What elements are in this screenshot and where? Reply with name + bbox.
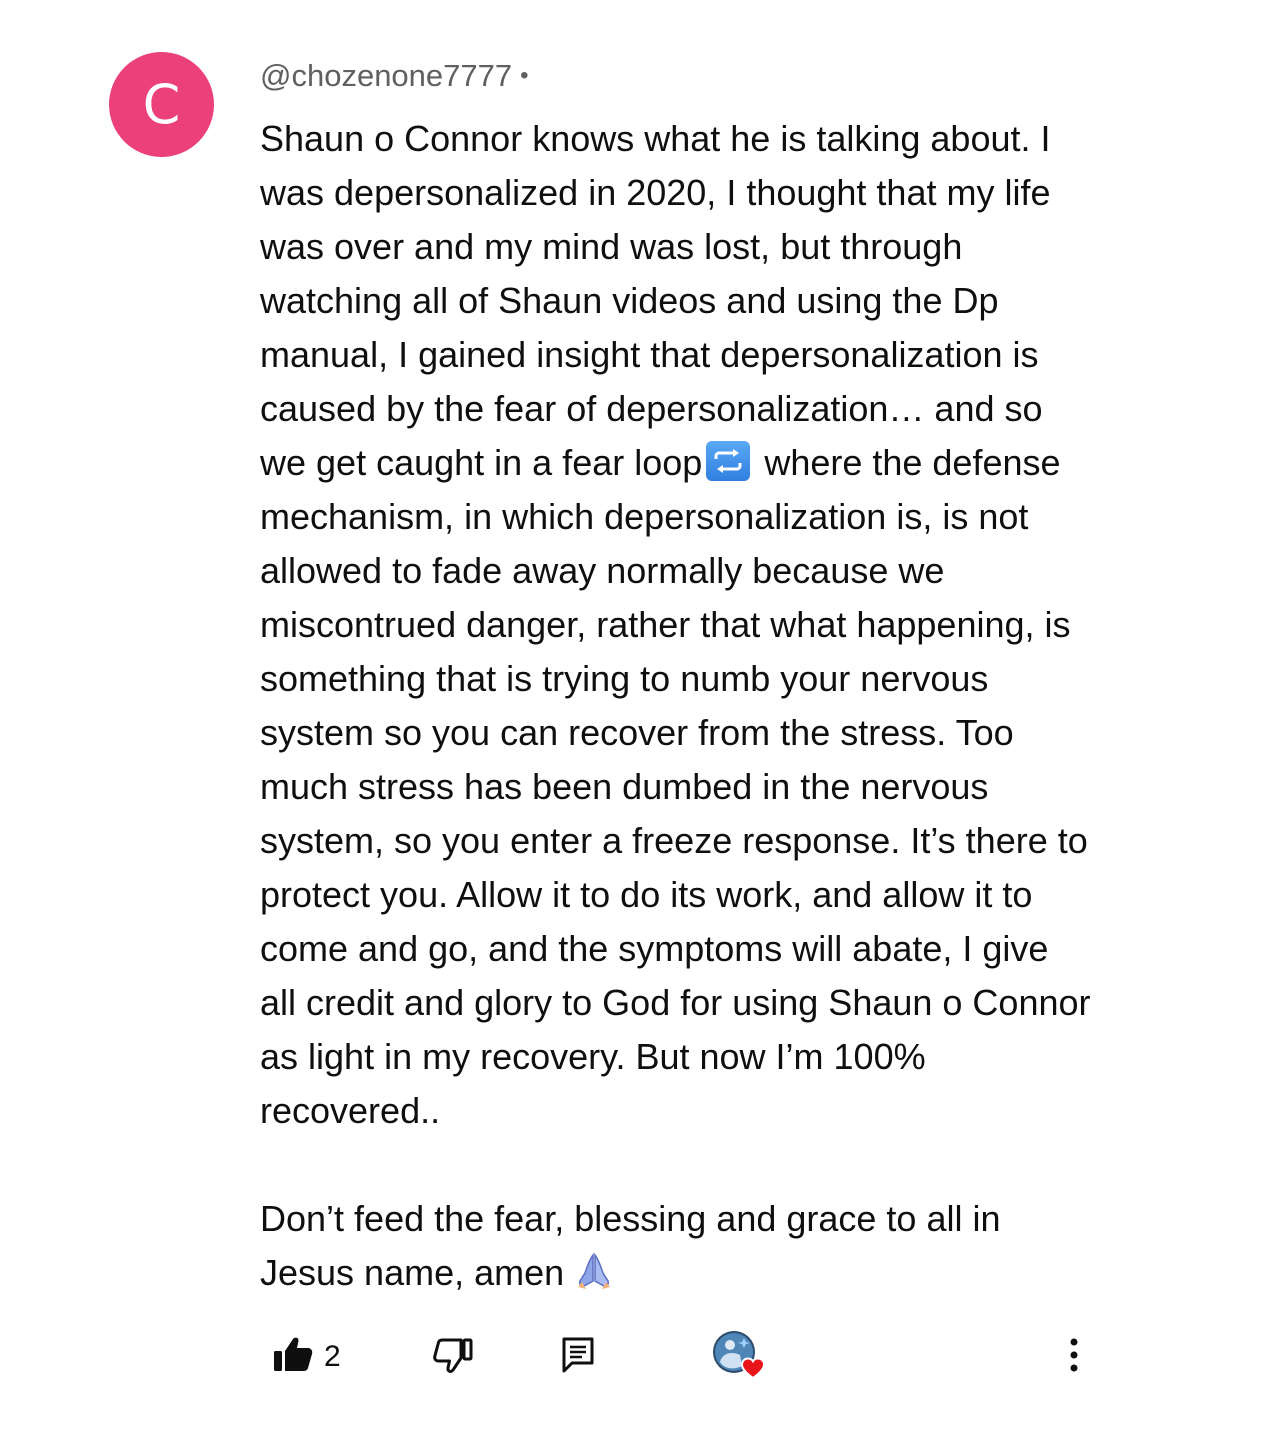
creator-heart xyxy=(710,1322,770,1392)
comment-paragraph-1: Shaun o Connor knows what he is talking … xyxy=(260,112,1120,1138)
creator-heart-avatar-icon xyxy=(710,1328,770,1387)
comment-text-part3: Don’t feed the fear, blessing and grace … xyxy=(260,1198,1001,1293)
avatar-letter: C xyxy=(142,73,181,136)
author-handle[interactable]: @chozenone7777 xyxy=(260,58,512,94)
author-avatar[interactable]: C xyxy=(109,52,214,157)
comment-body: Shaun o Connor knows what he is talking … xyxy=(260,112,1120,1306)
comment-text-part2: where the defense mechanism, in which de… xyxy=(260,442,1091,1131)
header-separator: • xyxy=(520,62,529,89)
dislike-button[interactable] xyxy=(432,1322,474,1392)
folded-hands-emoji-icon xyxy=(574,1251,614,1306)
more-vertical-icon xyxy=(1068,1337,1080,1378)
comment-header: @chozenone7777 • xyxy=(260,58,529,94)
repeat-emoji-icon xyxy=(706,441,751,481)
comment-text-part1: Shaun o Connor knows what he is talking … xyxy=(260,118,1051,483)
comment-paragraph-2: Don’t feed the fear, blessing and grace … xyxy=(260,1192,1120,1306)
comment-action-bar: 2 xyxy=(260,1322,1100,1392)
like-button[interactable]: 2 xyxy=(272,1322,341,1392)
like-count: 2 xyxy=(324,1340,341,1373)
reply-button[interactable] xyxy=(560,1322,596,1392)
more-options-button[interactable] xyxy=(1068,1322,1080,1392)
comment-reply-icon xyxy=(560,1335,596,1380)
thumbs-up-icon xyxy=(272,1335,314,1380)
thumbs-down-icon xyxy=(432,1335,474,1380)
